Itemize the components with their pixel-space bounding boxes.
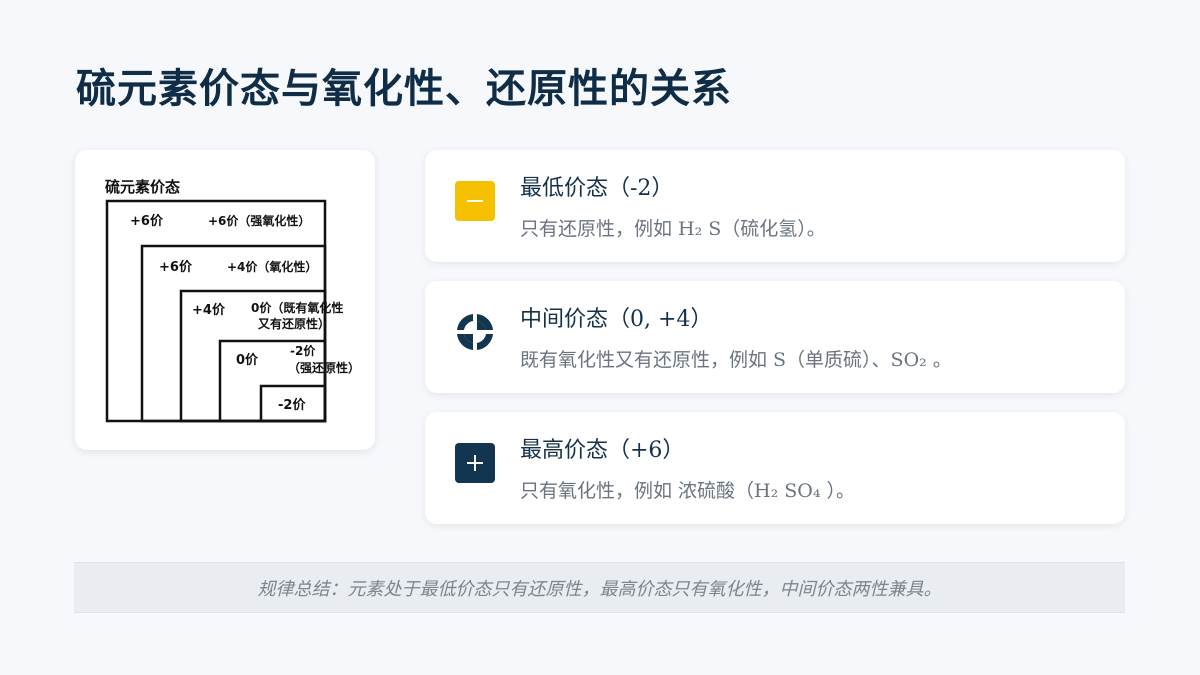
summary-bar: 规律总结：元素处于最低价态只有还原性，最高价态只有氧化性，中间价态两性兼具。 [74,562,1125,613]
split-circle-icon [455,312,495,352]
minus-icon [455,181,495,221]
highest-valence-card: 最高价态（+6） 只有氧化性，例如 浓硫酸（H₂ SO₄ ）。 [425,412,1125,524]
step-note-3-line-1: 0价（既有氧化性 [251,300,343,315]
intermediate-valence-heading: 中间价态（0, +4） [520,307,713,332]
intermediate-valence-desc: 既有氧化性又有还原性，例如 S（单质硫）、SO₂ 。 [520,349,952,371]
lowest-valence-desc: 只有还原性，例如 H₂ S（硫化氢）。 [520,218,826,240]
diagram-heading: 硫元素价态 [105,178,180,196]
step-label-4: 0价 [236,353,259,368]
step-note-2: +4价（氧化性） [227,259,317,274]
step-label-2: +6价 [159,260,193,275]
step-note-1: +6价（强氧化性） [208,213,310,228]
page-title: 硫元素价态与氧化性、还原性的关系 [76,65,732,112]
step-note-4-line-1: -2价 [290,344,316,358]
highest-valence-heading: 最高价态（+6） [520,438,685,463]
plus-icon [455,443,495,483]
step-note-3-line-2: 又有还原性） [257,316,330,331]
intermediate-valence-card: 中间价态（0, +4） 既有氧化性又有还原性，例如 S（单质硫）、SO₂ 。 [425,281,1125,393]
valence-staircase-diagram: 硫元素价态 +6价 +6价 +4价 0价 -2价 +6价（强氧化性） +4价（氧… [105,178,360,423]
valence-diagram-card: 硫元素价态 +6价 +6价 +4价 0价 -2价 +6价（强氧化性） +4价（氧… [75,150,375,450]
step-label-1: +6价 [130,214,164,229]
lowest-valence-heading: 最低价态（-2） [520,176,674,201]
step-label-5: -2价 [278,398,306,413]
step-note-4-line-2: （强还原性） [288,360,360,375]
highest-valence-desc: 只有氧化性，例如 浓硫酸（H₂ SO₄ ）。 [520,480,856,502]
step-label-3: +4价 [192,303,226,318]
lowest-valence-card: 最低价态（-2） 只有还原性，例如 H₂ S（硫化氢）。 [425,150,1125,262]
